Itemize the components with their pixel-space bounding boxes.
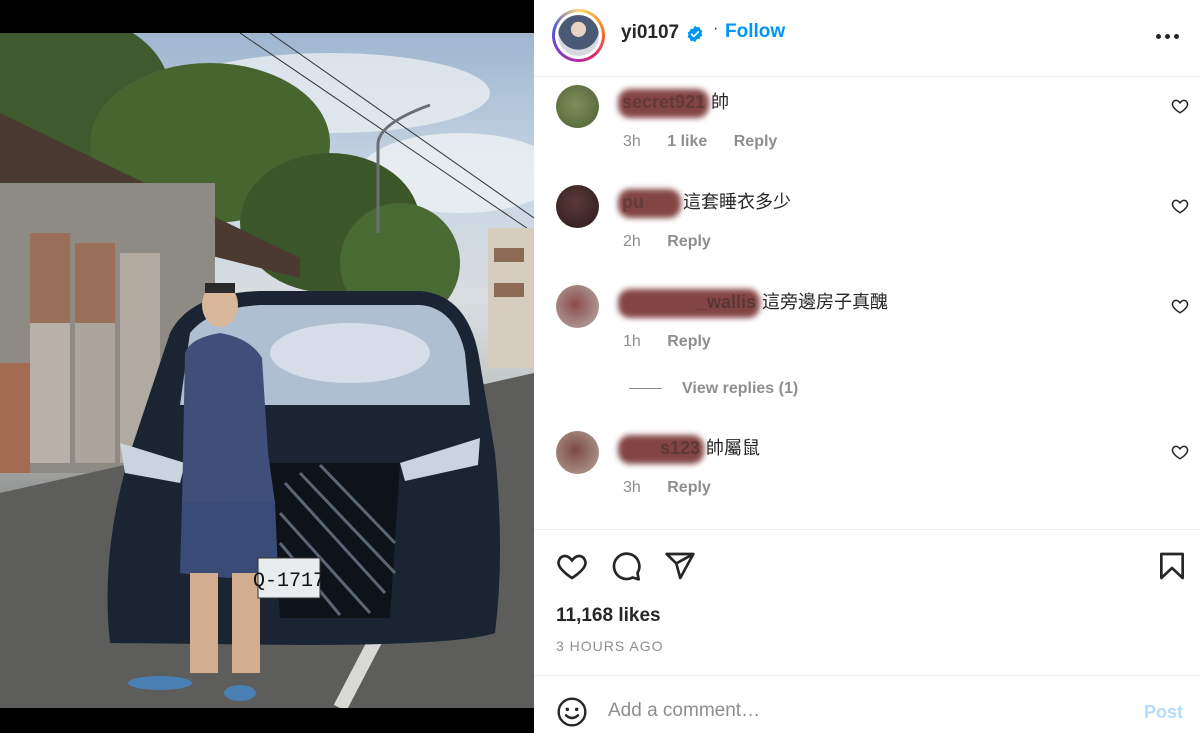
reply-button[interactable]: Reply [667,233,711,250]
share-icon[interactable] [664,550,696,582]
bookmark-icon[interactable] [1156,550,1188,582]
post-photo: Q-1717 [0,33,534,708]
post-header: yi0107 · Follow [534,0,1200,77]
comment-icon[interactable] [610,550,642,582]
comment-meta: 3h Reply [623,479,733,497]
more-options-icon[interactable] [1154,26,1182,46]
comment-username[interactable]: _wallis [618,289,761,318]
comment-text: 帥屬鼠 [706,438,761,458]
comment-time: 2h [623,233,641,250]
commenter-avatar[interactable] [556,85,599,128]
post-comment-button[interactable]: Post [1144,702,1183,723]
likes-count[interactable]: 11,168 likes [556,605,661,627]
comment-time: 3h [623,133,641,150]
like-comment-heart-icon[interactable] [1171,97,1189,115]
license-plate-text: Q-1717 [253,570,325,593]
comments-list[interactable]: secret921 帥 3h 1 like Reply pu 這套睡衣多少 2h R… [534,77,1200,529]
comment-input[interactable] [608,695,1128,727]
reply-button[interactable]: Reply [667,333,711,350]
comment-composer: Post [534,675,1200,733]
author-username[interactable]: yi0107 [621,22,679,44]
post-side-panel: yi0107 · Follow secret921 帥 3h 1 like Rep… [534,0,1200,733]
photo-illustration: Q-1717 [0,33,534,708]
commenter-avatar[interactable] [556,285,599,328]
view-replies-button[interactable]: View replies (1) [629,380,798,398]
verified-badge-icon [687,25,703,43]
comment-time: 3h [623,479,641,496]
comment-text: 這套睡衣多少 [683,192,791,212]
comment-text: 這旁邊房子真醜 [762,292,889,312]
like-comment-heart-icon[interactable] [1171,297,1189,315]
comment-time: 1h [623,333,641,350]
reply-button[interactable]: Reply [734,133,778,150]
emoji-icon[interactable] [556,696,588,728]
heart-icon[interactable] [556,550,588,582]
commenter-avatar[interactable] [556,185,599,228]
comment-username[interactable]: secret921 [618,89,710,118]
like-comment-heart-icon[interactable] [1171,443,1189,461]
reply-button[interactable]: Reply [667,479,711,496]
follow-button[interactable]: Follow [725,21,785,43]
like-comment-heart-icon[interactable] [1171,197,1189,215]
comment-username[interactable]: pu [618,189,681,218]
comment-text: 帥 [711,92,730,112]
avatar-image [558,15,599,56]
comment-likes[interactable]: 1 like [667,133,707,150]
comment-meta: 1h Reply [623,333,733,351]
commenter-avatar[interactable] [556,431,599,474]
comment-username[interactable]: s123 [618,435,705,464]
comment-meta: 3h 1 like Reply [623,133,799,151]
view-replies-line [629,388,662,390]
post-media: Q-1717 [0,0,534,733]
post-timestamp: 3 HOURS AGO [556,638,664,654]
comment-meta: 2h Reply [623,233,733,251]
post-actions: 11,168 likes 3 HOURS AGO [534,529,1200,675]
header-separator: · [713,20,719,37]
author-avatar[interactable] [552,9,605,62]
